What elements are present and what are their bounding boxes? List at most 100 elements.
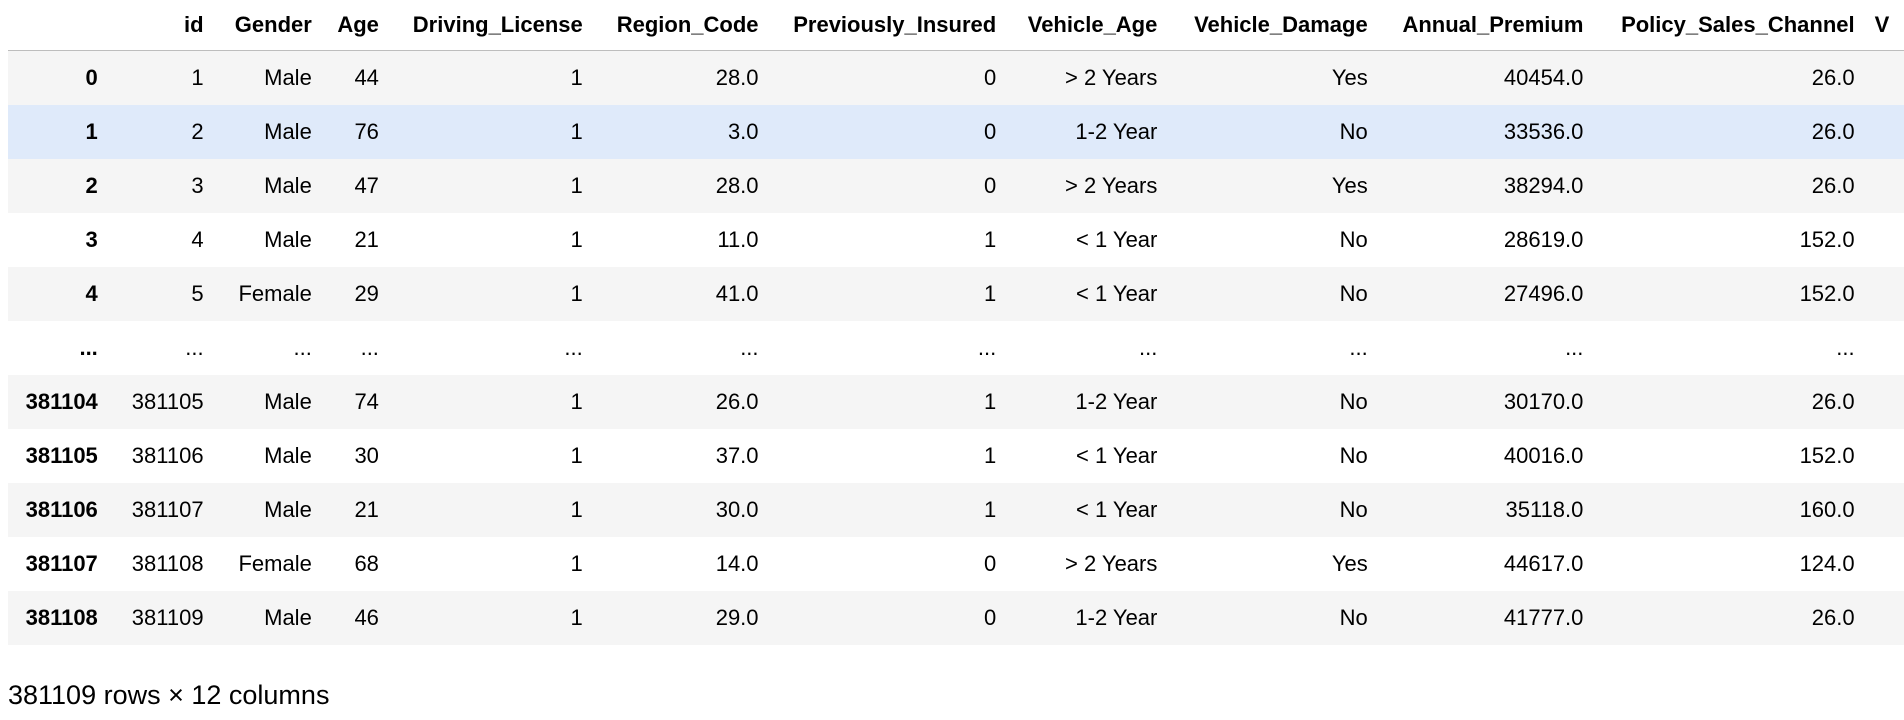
table-cell: 5 — [191, 281, 204, 306]
table-cell: 26.0 — [715, 389, 759, 414]
table-cell: 14.0 — [715, 551, 759, 576]
table-cell: ... — [360, 335, 379, 360]
table-cell: Male — [264, 443, 312, 468]
table-cell: Yes — [1331, 65, 1368, 90]
table-cell: 29 — [354, 281, 379, 306]
table-cell: 152.0 — [1799, 281, 1855, 306]
table-cell: ... — [1565, 335, 1584, 360]
table-cell: No — [1339, 119, 1368, 144]
table-cell: Male — [264, 605, 312, 630]
table-cell: ... — [564, 335, 583, 360]
table-cell: 124.0 — [1799, 551, 1855, 576]
table-cell: 1 — [570, 605, 583, 630]
table-cell: 41.0 — [715, 281, 759, 306]
row-index: ... — [79, 335, 98, 360]
table-cell — [1865, 537, 1904, 591]
table-cell: 47 — [354, 173, 379, 198]
table-cell: 26.0 — [1811, 389, 1855, 414]
table-cell: 26.0 — [1811, 605, 1855, 630]
column-header-annual-premium: Annual_Premium — [1377, 0, 1594, 51]
table-cell: Female — [238, 281, 312, 306]
table-cell: < 1 Year — [1076, 281, 1158, 306]
table-cell: 1-2 Year — [1075, 119, 1158, 144]
table-cell: ... — [185, 335, 204, 360]
table-body: 0 1 Male 44 1 28.0 0 > 2 Years Yes 40454.0 26.0 1 2 M… — [8, 50, 1904, 645]
table-cell: 1 — [191, 65, 204, 90]
table-cell: Male — [264, 389, 312, 414]
table-cell: 0 — [983, 605, 997, 630]
table-cell: 2 — [191, 119, 204, 144]
table-cell: Male — [264, 497, 312, 522]
table-cell: 1 — [570, 551, 583, 576]
table-cell: 1 — [570, 173, 583, 198]
table-row: 381108 381109 Male 46 1 29.0 0 1-2 Year No 41777.… — [8, 591, 1904, 645]
table-cell: 30 — [354, 443, 379, 468]
table-cell: 1 — [570, 443, 583, 468]
table-cell: No — [1339, 281, 1368, 306]
table-header: id Gender Age Driving_License Region_Cod… — [8, 0, 1904, 51]
table-cell: No — [1339, 497, 1368, 522]
table-cell: Male — [264, 119, 312, 144]
table-cell: ... — [1349, 335, 1368, 360]
table-cell: < 1 Year — [1076, 227, 1158, 252]
table-cell: 37.0 — [715, 443, 759, 468]
table-row: 2 3 Male 47 1 28.0 0 > 2 Years Yes 38294.0 26.0 — [8, 159, 1904, 213]
table-cell — [1865, 483, 1904, 537]
table-cell: 41777.0 — [1503, 605, 1584, 630]
table-cell — [1865, 159, 1904, 213]
table-cell: 11.0 — [717, 227, 759, 252]
row-index: 4 — [85, 281, 98, 306]
table-cell: 1 — [983, 389, 997, 414]
table-cell: 381105 — [131, 389, 204, 414]
table-cell: 3.0 — [727, 119, 759, 144]
table-cell — [1865, 105, 1904, 159]
table-cell: 21 — [354, 227, 379, 252]
table-cell: 28.0 — [715, 65, 759, 90]
table-cell: 68 — [354, 551, 379, 576]
table-cell: 152.0 — [1799, 227, 1855, 252]
column-header-age: Age — [321, 0, 389, 51]
row-index: 381108 — [25, 605, 98, 630]
table-cell — [1865, 213, 1904, 267]
row-index: 3 — [85, 227, 98, 252]
table-cell: 38294.0 — [1503, 173, 1584, 198]
table-cell: 28619.0 — [1503, 227, 1584, 252]
table-cell: 40454.0 — [1503, 65, 1584, 90]
column-header-region-code: Region_Code — [592, 0, 769, 51]
table-cell: 381106 — [131, 443, 204, 468]
row-index: 381104 — [25, 389, 98, 414]
column-header-truncated: V — [1864, 0, 1904, 51]
table-cell: 35118.0 — [1505, 497, 1584, 522]
table-cell: 1 — [570, 281, 583, 306]
column-header-vehicle-age: Vehicle_Age — [1006, 0, 1168, 51]
table-cell — [1865, 51, 1904, 106]
table-cell: 4 — [191, 227, 204, 252]
table-cell: 1 — [570, 65, 583, 90]
table-cell: 0 — [983, 173, 997, 198]
table-cell: 1 — [570, 389, 583, 414]
table-row: 381107 381108 Female 68 1 14.0 0 > 2 Years Yes 44… — [8, 537, 1904, 591]
table-cell: 1 — [983, 497, 997, 522]
column-header-index — [8, 0, 108, 51]
table-cell: 29.0 — [715, 605, 759, 630]
table-cell: 33536.0 — [1503, 119, 1584, 144]
table-cell: 1 — [570, 497, 583, 522]
table-row: 381105 381106 Male 30 1 37.0 1 < 1 Year No 40016.… — [8, 429, 1904, 483]
row-index: 381106 — [25, 497, 98, 522]
row-index: 0 — [85, 65, 98, 90]
dataframe-table: id Gender Age Driving_License Region_Cod… — [8, 0, 1904, 645]
table-cell: 1 — [983, 443, 997, 468]
table-cell: 3 — [191, 173, 204, 198]
table-cell: 381108 — [131, 551, 204, 576]
table-cell: 27496.0 — [1503, 281, 1584, 306]
table-cell: < 1 Year — [1076, 443, 1158, 468]
column-header-gender: Gender — [213, 0, 322, 51]
table-cell: 30.0 — [715, 497, 759, 522]
table-cell: 1 — [570, 227, 583, 252]
table-cell: 1 — [983, 227, 997, 252]
table-cell: Yes — [1331, 173, 1368, 198]
table-cell: 44617.0 — [1503, 551, 1584, 576]
table-row: ................................. — [8, 321, 1904, 375]
table-cell: 1-2 Year — [1075, 605, 1158, 630]
table-cell: ... — [1836, 335, 1855, 360]
